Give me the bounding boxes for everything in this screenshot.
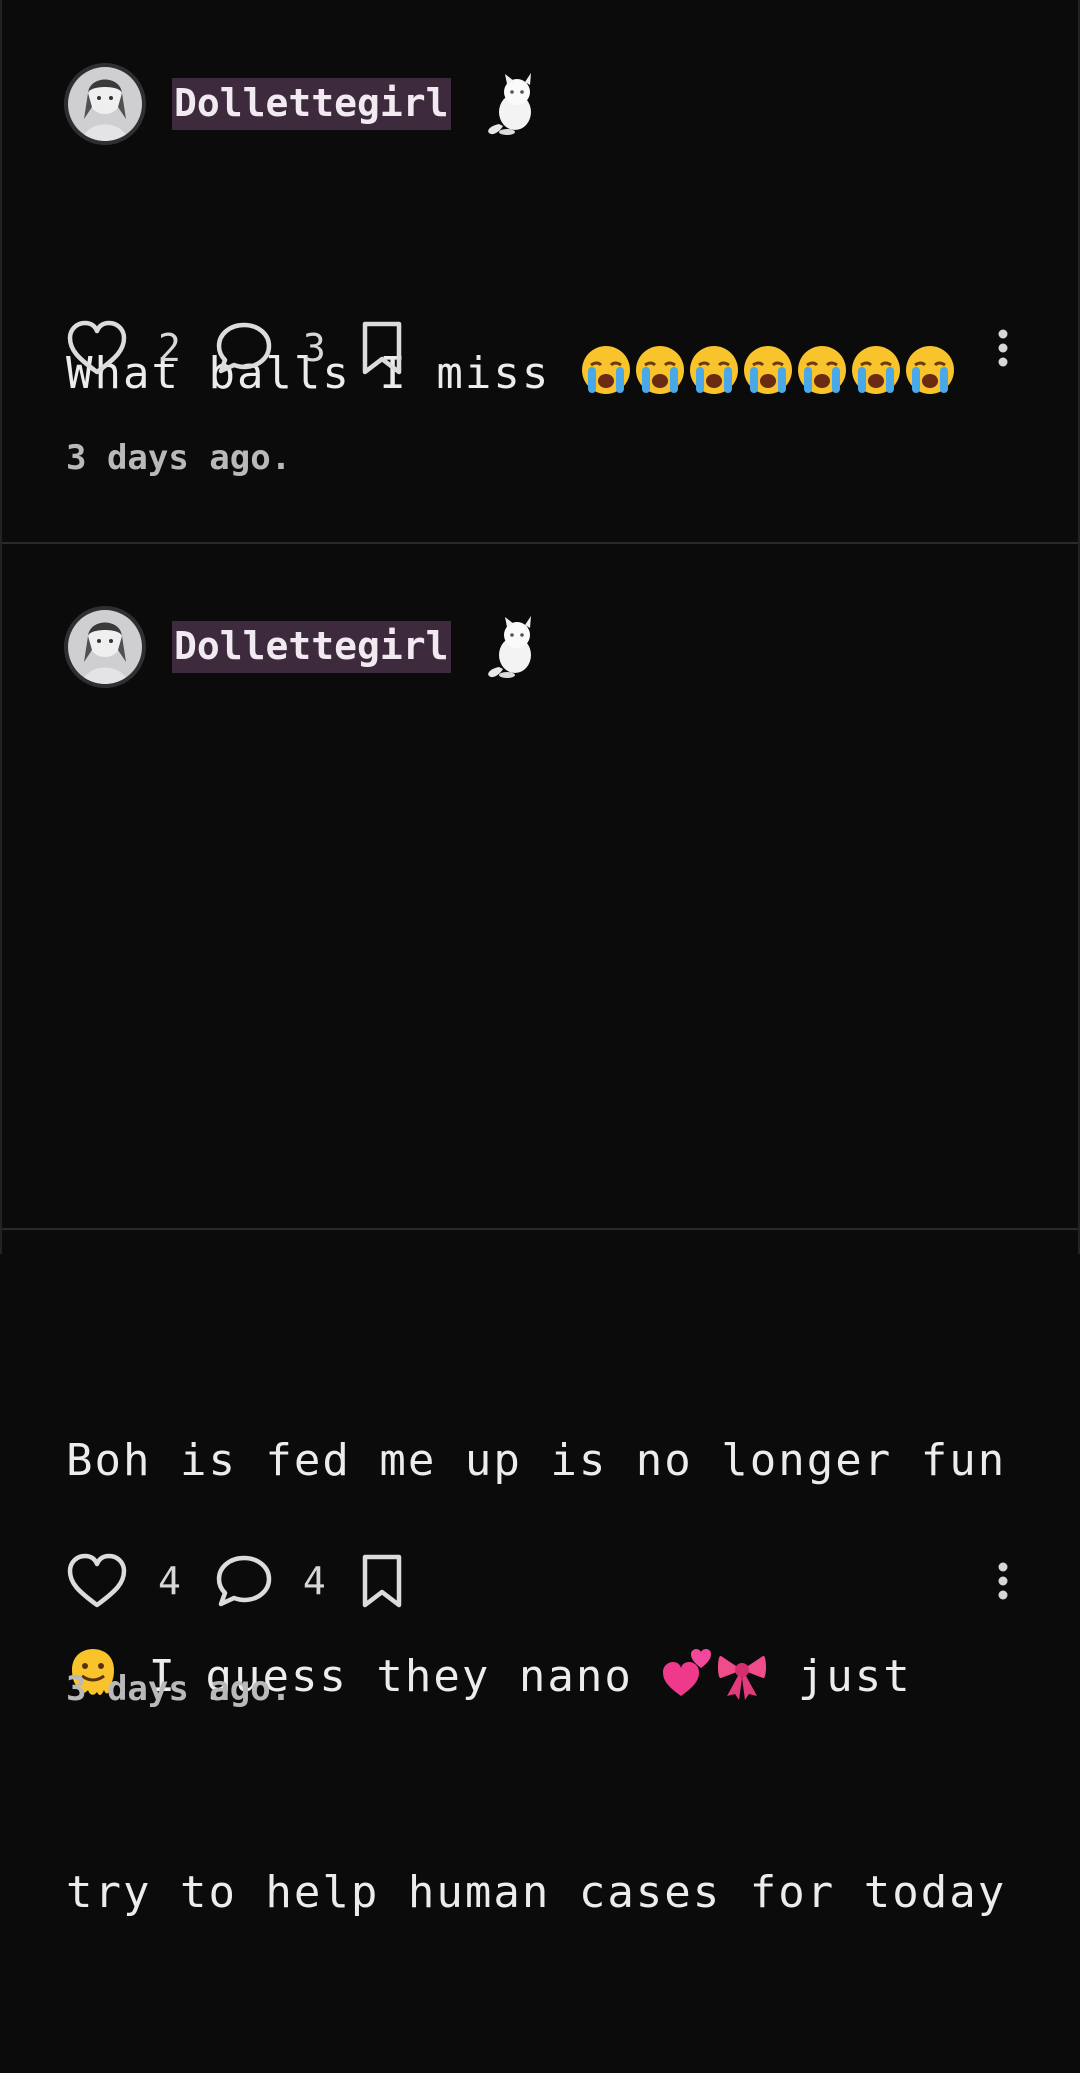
comment-action[interactable]: 3 [215, 320, 360, 376]
bookmark-icon[interactable] [360, 320, 404, 376]
feed: Dollettegirl What balls I miss 2 3 3 day… [0, 0, 1080, 1918]
like-count: 4 [158, 1559, 181, 1603]
avatar[interactable] [64, 63, 146, 145]
more-vertical-icon[interactable] [988, 318, 1018, 378]
username[interactable]: Dollettegirl [172, 78, 451, 130]
comment-icon[interactable] [215, 1553, 273, 1609]
cat-icon [487, 616, 531, 678]
post-text-line: try to help human cases for today [66, 1867, 1007, 1918]
ribbon-icon [718, 1655, 767, 1700]
post: Dollettegirl Boh is fed me up is no long… [2, 545, 1078, 1918]
timestamp: 3 days ago. [66, 438, 292, 478]
post-text-line: Boh is fed me up is no longer fun [66, 1435, 1007, 1486]
like-count: 2 [158, 326, 181, 370]
two-hearts-icon [663, 1649, 712, 1696]
comment-action[interactable]: 4 [215, 1553, 360, 1609]
timestamp: 3 days ago. [66, 1669, 292, 1709]
post: Dollettegirl What balls I miss 2 3 3 day… [2, 0, 1078, 543]
comment-count: 4 [302, 1559, 326, 1603]
post-header: Dollettegirl [64, 62, 541, 146]
bookmark-icon[interactable] [360, 1553, 404, 1609]
heart-icon[interactable] [66, 1553, 128, 1609]
comment-count: 3 [302, 326, 326, 370]
avatar[interactable] [64, 606, 146, 688]
post-actions: 4 4 [66, 1551, 1018, 1611]
more-vertical-icon[interactable] [988, 1551, 1018, 1611]
bookmark-action[interactable] [360, 1553, 404, 1609]
like-action[interactable]: 4 [66, 1553, 215, 1609]
post-header: Dollettegirl [64, 605, 541, 689]
divider [2, 542, 1078, 544]
heart-icon[interactable] [66, 320, 128, 376]
like-action[interactable]: 2 [66, 320, 215, 376]
comment-icon[interactable] [215, 320, 273, 376]
divider [2, 1228, 1078, 1230]
username[interactable]: Dollettegirl [172, 621, 451, 673]
post-actions: 2 3 [66, 318, 1018, 378]
cat-icon [487, 73, 531, 135]
bookmark-action[interactable] [360, 320, 404, 376]
